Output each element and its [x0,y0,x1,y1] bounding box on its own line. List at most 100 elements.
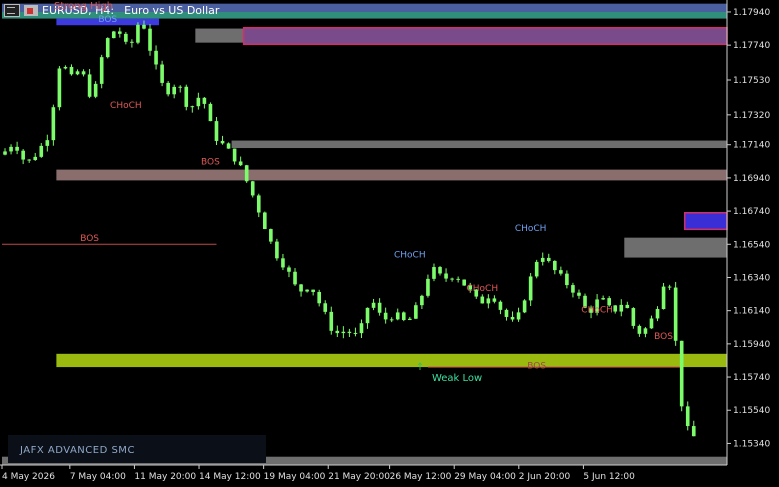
y-tick-label-6: 1.16740 [733,207,770,217]
candle-body [619,304,624,312]
candle-body [389,319,394,321]
candle-body [359,323,364,334]
candle-body [516,312,521,320]
brand-label: JAFX ADVANCED SMC [20,445,135,456]
y-tick-label-3: 1.17320 [733,111,770,121]
candle-body [190,106,195,108]
candle-body [377,302,382,313]
chart-grid-icon[interactable] [4,3,20,17]
y-tick-label-1: 1.17740 [733,41,770,51]
candle-body [546,257,551,261]
candle-body [202,97,207,104]
candle-body [522,300,527,313]
candle-body [178,86,183,88]
candle-body [75,71,80,75]
candle-body [69,66,74,75]
candle-body [293,271,297,285]
candle-body [57,68,62,108]
y-tick-label-4: 1.17140 [733,141,770,151]
candle-body [111,31,116,39]
candle-body [486,298,491,304]
candle-body [317,291,321,304]
y-tick-label-10: 1.15940 [733,340,770,350]
candle-body [275,241,279,259]
annotation-choch_blue-4: CHoCH [394,251,426,261]
candle-body [685,406,690,427]
candle-body [45,140,50,146]
candle-body [504,309,509,317]
x-tick-label-1: 7 May 04:00 [70,472,126,482]
weak-low-arrow: ↑ [416,362,424,373]
candle-body [462,279,466,286]
annotation-choch_blue-5: CHoCH [515,224,547,234]
candle-body [438,267,442,274]
candle-body [21,150,25,160]
candle-body [456,278,460,280]
candle-body [184,86,189,107]
candle-body [625,304,630,309]
strong-high-label: Strong High [54,1,114,12]
candle-body [414,305,418,319]
y-tick-label-8: 1.16340 [733,273,770,283]
indicator-icon[interactable] [24,4,38,16]
candle-body [232,148,237,162]
candle-body [679,340,684,407]
y-tick-label-0: 1.17940 [733,8,770,18]
candle-body [335,330,340,334]
candle-body [323,303,328,312]
candle-body [27,159,31,161]
candle-body [631,308,636,326]
candle-body [148,28,152,51]
annotation-bos-8: BOS [654,332,673,342]
candle-body [214,121,219,141]
candle-body [118,31,122,34]
candle-body [142,24,146,29]
candle-body [311,289,315,292]
candle-body [432,267,436,279]
candle-body [196,97,201,107]
candle-body [269,229,273,242]
annotation-bos_faint-9: BOS [527,362,546,372]
price-chart[interactable]: BOSCHoCHBOSBOSCHoCHCHoCHCHoCHCHoCHBOSBOS… [0,0,779,487]
candle-body [408,318,412,320]
candle-body [480,296,485,304]
candle-body [130,41,134,43]
candle-body [426,278,430,296]
candle-body [99,57,104,84]
y-tick-label-7: 1.16540 [733,240,770,250]
symbol-description: Euro vs US Dollar [124,3,220,17]
candle-body [347,331,352,333]
annotation-choch-7: CHoCH [581,305,613,315]
y-tick-label-12: 1.15540 [733,406,770,416]
candle-body [166,82,170,95]
x-tick-label-2: 11 May 20:00 [134,472,196,482]
zone-mitigated-3 [195,28,250,43]
candle-body [643,328,648,334]
y-tick-label-11: 1.15740 [733,373,770,383]
annotation-bos-3: BOS [80,234,99,244]
x-tick-label-5: 21 May 20:00 [328,472,390,482]
y-tick-label-2: 1.17530 [733,76,770,86]
candle-body [33,156,38,161]
candle-body [613,305,618,312]
weak-low-label: Weak Low [432,373,482,384]
candle-body [534,261,539,277]
candle-body [673,287,678,341]
x-tick-label-6: 26 May 12:00 [390,472,452,482]
candle-body [263,212,267,230]
candle-body [63,66,68,69]
candle-body [124,33,128,42]
candle-body [383,312,388,320]
annotation-bos-2: BOS [201,158,220,168]
x-tick-label-9: 5 Jun 12:00 [583,472,635,482]
candle-body [226,143,231,149]
candle-body [9,146,13,152]
candle-body [299,284,303,292]
candle-body [93,83,98,97]
candle-body [87,74,92,97]
x-tick-label-4: 19 May 04:00 [264,472,326,482]
candle-body [661,286,666,310]
y-tick-label-5: 1.16940 [733,174,770,184]
candle-body [160,64,164,83]
zone-fvg-6 [56,169,727,181]
